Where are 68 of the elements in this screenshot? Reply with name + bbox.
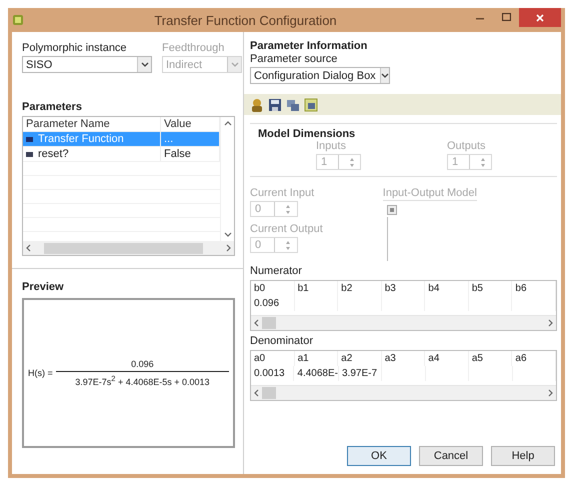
section-title: Parameters	[22, 101, 83, 113]
field-label: Current Output	[250, 223, 323, 235]
field-label: Inputs	[316, 140, 347, 152]
scrollbar-thumb[interactable]	[44, 242, 203, 254]
table-cell: reset?	[23, 147, 161, 161]
image-icon[interactable]	[304, 98, 318, 112]
horizontal-scrollbar[interactable]	[251, 385, 556, 400]
copy-icon[interactable]	[286, 98, 300, 112]
section-title: Numerator	[250, 265, 303, 277]
column-header: a0	[251, 351, 295, 366]
table-cell: False	[161, 147, 220, 161]
column-header: a3	[382, 351, 426, 366]
column-header: b5	[468, 281, 512, 296]
parameter-icon	[26, 152, 33, 156]
column-header: b2	[338, 281, 382, 296]
window-title: Transfer Function Configuration	[153, 12, 338, 28]
save-icon[interactable]	[268, 98, 282, 112]
column-header: b4	[425, 281, 469, 296]
column-header: a2	[338, 351, 382, 366]
column-header: Parameter Name	[23, 117, 161, 131]
column-header: b0	[251, 281, 295, 296]
scrollbar-thumb[interactable]	[262, 387, 276, 399]
close-button[interactable]	[519, 8, 561, 27]
window-icon	[12, 14, 24, 26]
formula-text: 0.096	[131, 359, 154, 369]
parameter-icon	[26, 136, 33, 142]
column-header: b3	[382, 281, 426, 296]
field-label: Current Input	[250, 187, 316, 199]
column-header: a6	[512, 351, 556, 366]
table-cell: Transfer Function	[23, 132, 161, 146]
table-cell: ...	[161, 132, 220, 146]
column-header: a4	[425, 351, 469, 366]
caret-icon	[380, 73, 389, 78]
column-header: a1	[294, 351, 338, 366]
dialog-button[interactable]: Cancel	[419, 446, 483, 466]
caret-icon	[140, 62, 148, 67]
close-icon	[536, 14, 544, 22]
dropdown[interactable]: Configuration Dialog Box	[250, 67, 390, 84]
field-label: Input-Output Model	[382, 187, 477, 201]
formula-text: 3.97E-7s$^{2}$ + 4.4068E-5s + 0.0013	[75, 374, 210, 387]
maximize-icon	[502, 13, 510, 21]
vertical-scrollbar[interactable]	[220, 117, 234, 241]
section-title: Model Dimensions	[258, 128, 356, 140]
field-label: Outputs	[447, 140, 487, 152]
table-cell[interactable]: 4.4068E-	[294, 366, 339, 381]
section-title: Parameter Information	[250, 40, 368, 52]
column-header: Value	[161, 117, 220, 131]
horizontal-scrollbar[interactable]	[251, 315, 556, 330]
column-header: a5	[468, 351, 512, 366]
section-title: Denominator	[250, 335, 314, 347]
field-label: Parameter source	[250, 53, 338, 65]
dropdown[interactable]: SISO	[22, 56, 152, 73]
dialog-button[interactable]: OK	[347, 446, 411, 466]
scrollbar-thumb[interactable]	[262, 317, 276, 329]
field-label: Feedthrough	[162, 42, 226, 54]
field-label: Polymorphic instance	[22, 42, 128, 54]
table-cell[interactable]: 0.096	[251, 296, 295, 311]
column-header: b1	[294, 281, 338, 296]
person-icon[interactable]	[250, 98, 264, 112]
formula-text: H(s) =	[28, 368, 53, 378]
dialog-button[interactable]: Help	[491, 446, 555, 466]
table-cell[interactable]: 3.97E-7	[338, 366, 382, 381]
horizontal-scrollbar[interactable]	[23, 241, 234, 255]
column-header: b6	[512, 281, 556, 296]
section-title: Preview	[22, 281, 65, 293]
table-cell[interactable]: 0.0013	[251, 366, 294, 381]
caret-icon	[230, 62, 238, 67]
model-cell-icon[interactable]	[386, 205, 397, 215]
